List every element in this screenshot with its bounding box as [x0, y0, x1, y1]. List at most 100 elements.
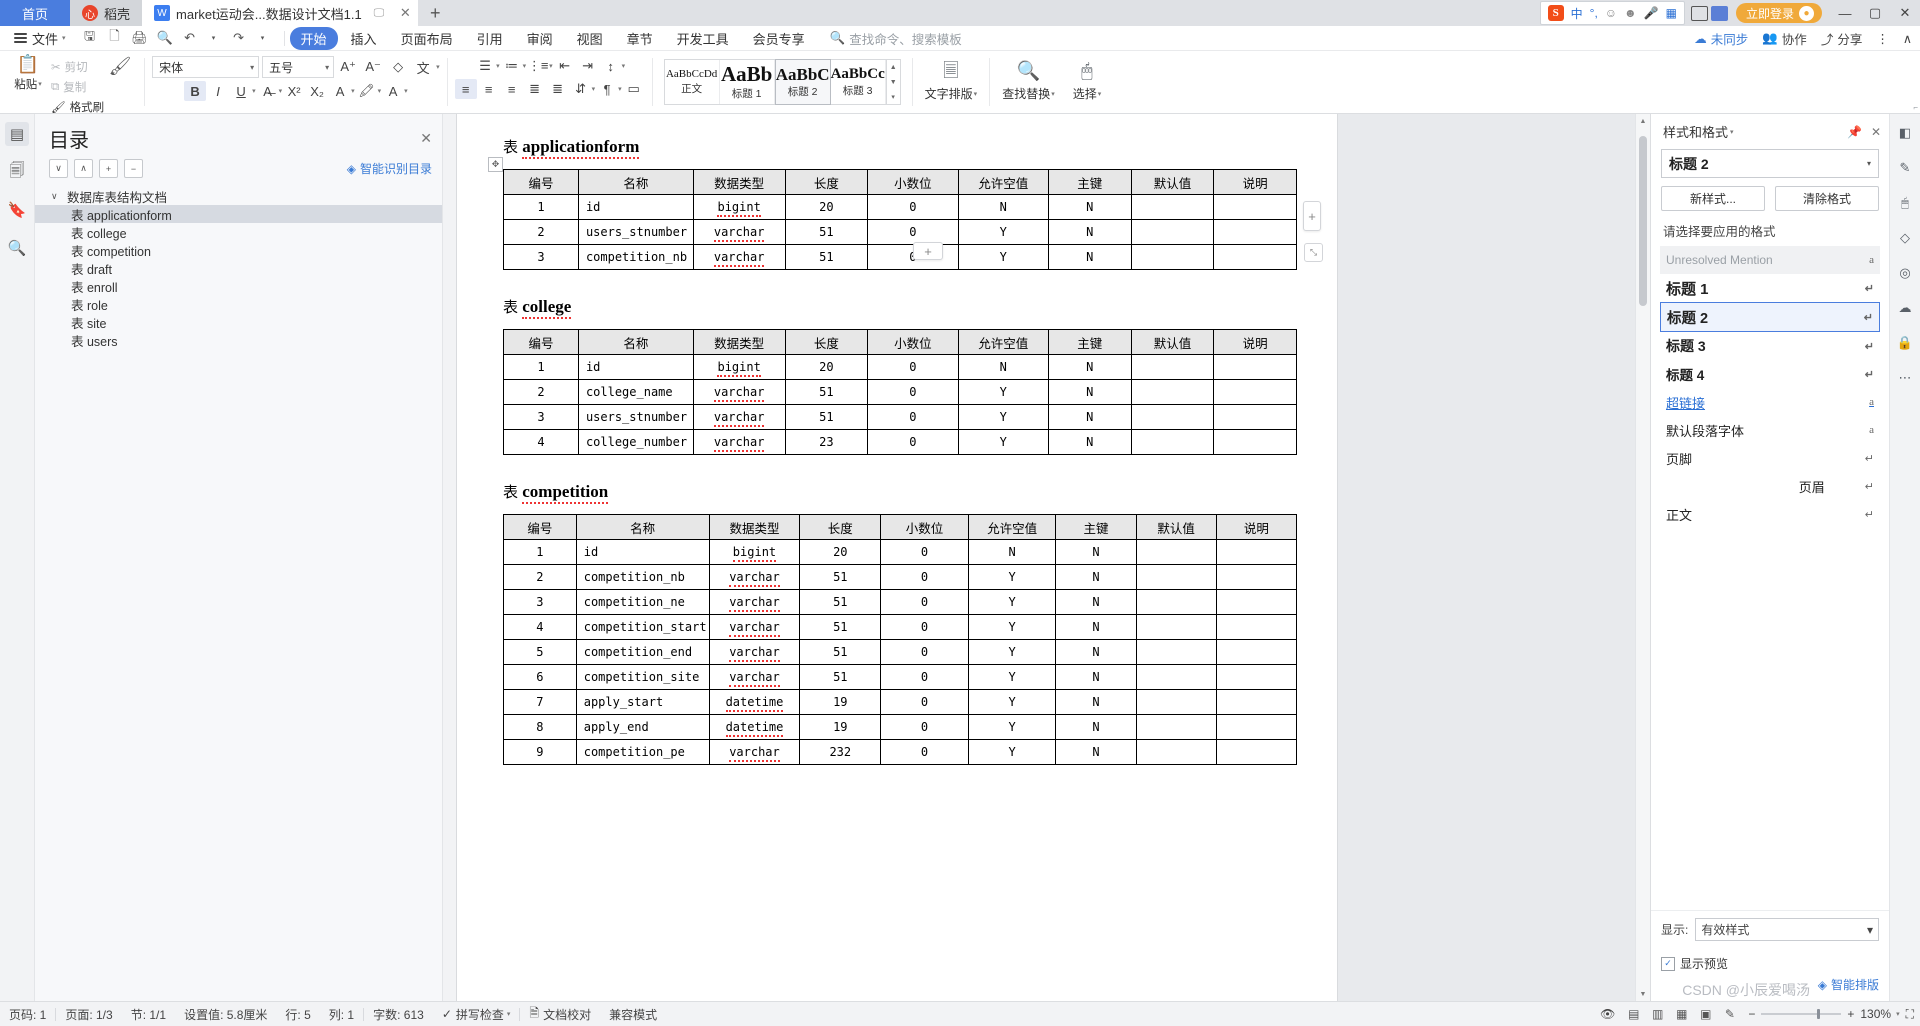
text-effects-button[interactable]: A — [329, 81, 351, 101]
print-icon[interactable]: 🖨 — [129, 28, 151, 48]
collapse-up-button[interactable]: ∧ — [74, 159, 93, 178]
line-spacing-button[interactable]: ↕ — [600, 56, 622, 76]
tab-insert[interactable]: 插入 — [340, 27, 388, 50]
command-search[interactable]: 🔍 查找命令、搜索模板 — [830, 29, 962, 48]
align-left-button[interactable]: ≡ — [454, 79, 477, 99]
rail-thumbnail-icon[interactable]: 🗐 — [5, 160, 29, 184]
status-words[interactable]: 字数: 613 — [364, 1006, 433, 1023]
ime-picture-icon[interactable]: ☻ — [1624, 6, 1637, 20]
tab-review[interactable]: 审阅 — [516, 27, 564, 50]
read-eye-icon[interactable]: 👁 — [1600, 1007, 1615, 1021]
sync-status-button[interactable]: ☁ 未同步 — [1694, 29, 1748, 48]
status-compat[interactable]: 兼容模式 — [600, 1006, 666, 1023]
tab-document[interactable]: W market运动会...数据设计文档1.1 🖵 ✕ — [142, 0, 419, 26]
close-icon[interactable]: ✕ — [1871, 125, 1881, 139]
increase-font-size-button[interactable]: A⁺ — [337, 57, 359, 77]
subscript-button[interactable]: X₂ — [306, 81, 328, 101]
chevron-down-icon[interactable]: ▾ — [252, 87, 256, 95]
format-painter-big-button[interactable]: 🖌 — [107, 55, 133, 76]
clear-format-button[interactable]: 清除格式 — [1775, 186, 1879, 211]
layout-icons[interactable] — [1690, 5, 1728, 21]
new-style-button[interactable]: 新样式... — [1661, 186, 1765, 211]
tab-member[interactable]: 会员专享 — [742, 27, 816, 50]
ime-toolbar[interactable]: S 中 °, ☺ ☻ 🎤 ▦ — [1539, 1, 1685, 25]
status-proof[interactable]: 🗎 文档校对 — [520, 1004, 600, 1025]
table-row[interactable]: 2 competition_nb varchar 51 0 Y N — [503, 564, 1298, 590]
table-row[interactable]: 1 id bigint 20 0 N N — [503, 539, 1298, 565]
smart-outline-button[interactable]: ◈ 智能识别目录 — [347, 160, 432, 177]
tab-page-layout[interactable]: 页面布局 — [390, 27, 464, 50]
chevron-down-icon[interactable]: ▾ — [592, 85, 596, 93]
scroll-down-icon[interactable]: ▼ — [1636, 987, 1650, 1001]
status-section[interactable]: 节: 1/1 — [122, 1006, 175, 1023]
text-layout-button[interactable]: 🗏 文字排版 ▾ — [916, 51, 987, 113]
numbered-list-button[interactable]: ≔ — [501, 56, 523, 76]
ime-keyboard-icon[interactable]: ▦ — [1666, 6, 1677, 20]
select-button[interactable]: 🖱 选择 ▾ — [1064, 51, 1111, 113]
outline-item-users[interactable]: 表 users — [35, 331, 442, 349]
document-page[interactable]: 表 applicationform ✥ 编号 名称 数据类型 长度 小数位 允许… — [457, 114, 1337, 1001]
chevron-down-icon[interactable]: ▾ — [618, 85, 622, 93]
chevron-down-icon[interactable]: ∨ — [51, 191, 61, 202]
collaborate-button[interactable]: 👥 协作 — [1762, 29, 1807, 48]
chevron-down-icon[interactable]: ▾ — [1730, 128, 1734, 136]
chevron-down-icon[interactable]: ▾ — [378, 87, 382, 95]
chevron-down-icon[interactable]: ▾ — [523, 62, 527, 70]
rail-search-icon[interactable]: 🔍 — [5, 236, 29, 260]
outline-item-draft[interactable]: 表 draft — [35, 259, 442, 277]
table-row[interactable]: 8 apply_end datetime 19 0 Y N — [503, 714, 1298, 740]
chevron-down-icon[interactable]: ▾ — [436, 63, 440, 71]
align-right-button[interactable]: ≡ — [501, 79, 523, 99]
cut-button[interactable]: ✂ 剪切 — [48, 58, 107, 76]
bullet-list-button[interactable]: ☰ — [474, 56, 496, 76]
scroll-up-icon[interactable]: ▲ — [1636, 114, 1650, 128]
bold-button[interactable]: B — [184, 81, 207, 101]
style-normal[interactable]: AaBbCcDd 正文 — [665, 60, 720, 104]
tab-docer[interactable]: 心 稻壳 — [70, 0, 143, 26]
style-item-heading-1[interactable]: 标题 1 ↵ — [1660, 274, 1880, 302]
table-move-handle[interactable]: ✥ — [488, 157, 503, 172]
document-vertical-scrollbar[interactable]: ▲ ▼ — [1635, 114, 1650, 1001]
web-view-icon[interactable]: ▦ — [1673, 1007, 1690, 1022]
styles-show-select[interactable]: 有效样式 ▾ — [1695, 918, 1879, 941]
outline-item-site[interactable]: 表 site — [35, 313, 442, 331]
rail-chart-icon[interactable]: ◎ — [1894, 262, 1916, 284]
chevron-down-icon[interactable]: ▾ — [404, 87, 408, 95]
outline-item-applicationform[interactable]: 表 applicationform — [35, 205, 442, 223]
underline-button[interactable]: U — [230, 81, 252, 101]
new-tab-button[interactable]: + — [418, 0, 452, 26]
table-row[interactable]: 3 users_stnumber varchar 51 0 Y N — [503, 404, 1297, 430]
table-row[interactable]: 7 apply_start datetime 19 0 Y N — [503, 689, 1298, 715]
ruler-button[interactable]: ▭ — [623, 79, 645, 99]
collapse-all-button[interactable]: − — [124, 159, 143, 178]
italic-button[interactable]: I — [207, 81, 229, 101]
table-resize-handle[interactable]: ⤡ — [1304, 243, 1323, 262]
status-spellcheck[interactable]: ✓ 拼写检查 ▾ — [433, 1006, 520, 1023]
zoom-slider[interactable] — [1761, 1009, 1842, 1019]
style-item-unresolved-mention[interactable]: Unresolved Mention a — [1660, 246, 1880, 274]
chevron-down-icon[interactable]: ▾ — [622, 62, 626, 70]
table-competition[interactable]: 编号 名称 数据类型 长度 小数位 允许空值 主键 默认值 说明 1 id bigi… — [503, 514, 1298, 765]
share-button[interactable]: ⤴ 分享 — [1821, 29, 1863, 48]
ime-emoji-icon[interactable]: ☺ — [1605, 6, 1617, 20]
table-row[interactable]: 9 competition_pe varchar 232 0 Y N — [503, 739, 1298, 765]
preview-checkbox[interactable]: ✓ — [1661, 956, 1675, 971]
table-row[interactable]: 3 competition_nb varchar 51 0 Y N — [503, 244, 1297, 270]
chevron-down-icon[interactable]: ▾ — [351, 87, 355, 95]
clear-formatting-button[interactable]: ◇ — [387, 57, 409, 77]
show-marks-button[interactable]: ¶ — [596, 79, 618, 99]
align-center-button[interactable]: ≡ — [478, 79, 500, 99]
qat-more-icon[interactable]: ▾ — [252, 28, 274, 48]
outline-item-college[interactable]: 表 college — [35, 223, 442, 241]
tab-pin-icon[interactable]: 🖵 — [374, 7, 385, 20]
status-column[interactable]: 列: 1 — [320, 1006, 363, 1023]
style-item-heading-4[interactable]: 标题 4 ↵ — [1660, 360, 1880, 388]
tab-start[interactable]: 开始 — [289, 26, 338, 50]
fullscreen-icon[interactable]: ⛶ — [1906, 1007, 1914, 1022]
table-row[interactable]: 4 college_number varchar 23 0 Y N — [503, 429, 1297, 455]
increase-indent-button[interactable]: ⇥ — [577, 56, 599, 76]
ribbon-expand-corner-icon[interactable]: ⌐ — [1913, 103, 1918, 112]
outline-view-icon[interactable]: ▥ — [1649, 1007, 1666, 1022]
rail-outline-icon[interactable]: ▤ — [5, 122, 29, 146]
style-item-body-text[interactable]: 正文 ↵ — [1660, 500, 1880, 528]
